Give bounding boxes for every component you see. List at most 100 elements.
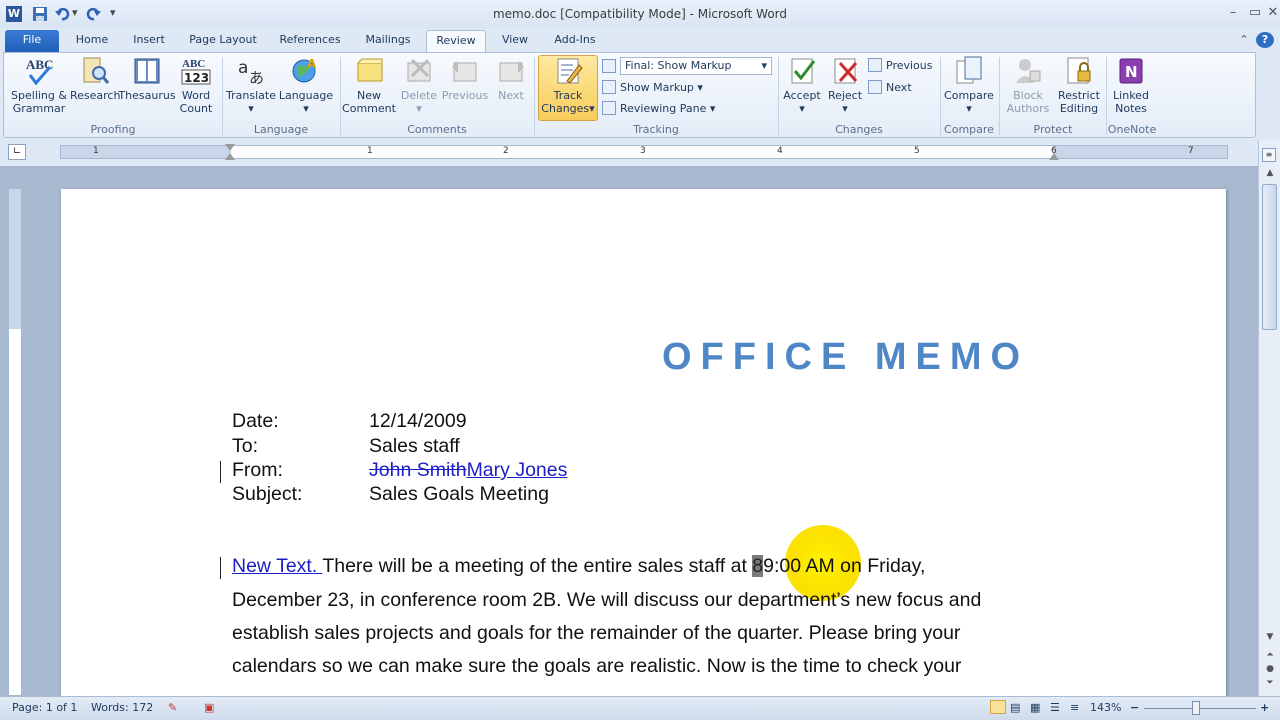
paragraph-line-2: December 23, in conference room 2B. We w… <box>232 589 982 611</box>
reject-button[interactable]: Reject ▾ <box>824 55 866 115</box>
block-authors-button[interactable]: Block Authors <box>1002 55 1054 115</box>
web-layout-view-icon[interactable]: ▦ <box>1030 701 1040 714</box>
previous-change-button[interactable]: Previous <box>868 57 933 75</box>
vertical-ruler[interactable] <box>8 188 22 696</box>
next-change-button[interactable]: Next <box>868 79 912 97</box>
tab-references[interactable]: References <box>274 30 346 52</box>
paragraph-text: 9:00 AM on Friday, <box>763 555 926 577</box>
zoom-slider-thumb[interactable] <box>1192 701 1200 715</box>
language-icon: A <box>292 57 317 83</box>
paragraph-line-4: calendars so we can make sure the goals … <box>232 655 962 677</box>
ruler-toggle-icon[interactable]: ≡ <box>1262 148 1276 162</box>
next-page-icon[interactable]: ⏷ <box>1263 678 1277 690</box>
tab-file[interactable]: File <box>5 30 59 52</box>
restrict-editing-button[interactable]: Restrict Editing <box>1054 55 1104 115</box>
print-layout-view-icon[interactable] <box>990 700 1006 714</box>
minimize-button[interactable]: – <box>1222 6 1244 20</box>
zoom-out-icon[interactable]: − <box>1130 701 1139 714</box>
tab-insert[interactable]: Insert <box>124 30 174 52</box>
reviewing-pane-button[interactable]: Reviewing Pane ▾ <box>602 100 715 118</box>
page-count[interactable]: Page: 1 of 1 <box>12 701 77 714</box>
macro-recording-icon[interactable]: ▣ <box>204 701 214 714</box>
block-label: Block <box>1013 89 1043 102</box>
vertical-scrollbar[interactable]: ≡ ▲ ▼ ⏶ ● ⏷ <box>1258 140 1280 696</box>
language-label: Language <box>278 89 334 102</box>
compare-dropdown-icon: ▾ <box>966 102 972 115</box>
help-icon[interactable]: ? <box>1256 32 1274 48</box>
right-indent-marker[interactable] <box>1049 153 1059 160</box>
paragraph-line-1: New Text. There will be a meeting of the… <box>232 555 925 578</box>
restrict-editing-icon <box>1067 57 1091 84</box>
language-button[interactable]: A Language ▾ <box>278 55 334 115</box>
tab-add-ins[interactable]: Add-Ins <box>546 30 604 52</box>
outline-view-icon[interactable]: ☰ <box>1050 701 1060 714</box>
horizontal-ruler[interactable]: 1 1 2 3 4 5 6 7 <box>60 144 1228 160</box>
left-indent-marker[interactable] <box>225 153 235 160</box>
svg-text:A: A <box>307 57 317 71</box>
zoom-slider[interactable] <box>1144 708 1256 709</box>
count-label: Count <box>179 102 213 115</box>
deleted-text[interactable]: John Smith <box>369 459 467 481</box>
research-button[interactable]: Research <box>70 55 120 102</box>
compare-button[interactable]: Compare ▾ <box>942 55 996 115</box>
zoom-level[interactable]: 143% <box>1090 701 1121 714</box>
full-screen-view-icon[interactable]: ▤ <box>1010 701 1020 714</box>
first-line-indent-marker[interactable] <box>225 144 235 151</box>
paragraph-text: There will be a meeting of the entire sa… <box>322 555 753 577</box>
tab-mailings[interactable]: Mailings <box>358 30 418 52</box>
tab-page-layout[interactable]: Page Layout <box>184 30 262 52</box>
new-comment-button[interactable]: New Comment <box>342 55 396 115</box>
new-comment-icon <box>357 58 383 82</box>
delete-comment-button[interactable]: Delete ▾ <box>398 55 440 115</box>
inserted-text[interactable]: Mary Jones <box>467 459 568 481</box>
accept-button[interactable]: Accept ▾ <box>780 55 824 115</box>
close-button[interactable]: ✕ <box>1262 6 1280 20</box>
show-markup-button[interactable]: Show Markup ▾ <box>602 79 703 97</box>
linked-notes-button[interactable]: N Linked Notes <box>1108 55 1154 115</box>
spelling-grammar-button[interactable]: ABC Spelling & Grammar <box>8 55 70 115</box>
draft-view-icon[interactable]: ≡ <box>1070 701 1079 714</box>
word-count-button[interactable]: ABC 123 Word Count <box>176 55 216 115</box>
accept-dropdown-icon: ▾ <box>799 102 805 115</box>
svg-text:あ: あ <box>249 69 264 87</box>
select-browse-object-icon[interactable]: ● <box>1263 664 1277 676</box>
accept-label: Accept <box>783 89 821 102</box>
paragraph-line-3: establish sales projects and goals for t… <box>232 622 961 644</box>
subject-label: Subject: <box>232 483 303 505</box>
proofing-status-icon[interactable]: ✎ <box>168 701 177 714</box>
word-count[interactable]: Words: 172 <box>91 701 153 714</box>
previous-page-icon[interactable]: ⏶ <box>1263 650 1277 662</box>
display-for-review-select[interactable]: Final: Show Markup ▾ <box>620 57 772 75</box>
inserted-text[interactable]: New Text. <box>232 555 322 577</box>
translate-button[interactable]: aあ Translate ▾ <box>226 55 276 115</box>
tab-home[interactable]: Home <box>66 30 118 52</box>
scroll-down-icon[interactable]: ▼ <box>1263 632 1277 644</box>
change-bar <box>220 557 221 579</box>
tab-review[interactable]: Review <box>426 30 486 52</box>
minimize-ribbon-icon[interactable]: ⌃ <box>1236 30 1252 52</box>
selected-text[interactable]: 8 <box>752 555 764 577</box>
zoom-in-icon[interactable]: + <box>1260 701 1269 714</box>
scroll-thumb[interactable] <box>1262 184 1277 330</box>
group-separator <box>778 57 779 135</box>
scroll-up-icon[interactable]: ▲ <box>1263 168 1277 180</box>
ribbon-tabs: File Home Insert Page Layout References … <box>0 28 1280 52</box>
next-comment-button[interactable]: Next <box>490 55 532 102</box>
thesaurus-button[interactable]: Thesaurus <box>118 55 176 102</box>
grammar-label: Grammar <box>12 102 66 115</box>
window-title: memo.doc [Compatibility Mode] - Microsof… <box>492 7 788 21</box>
track-changes-button[interactable]: Track Changes▾ <box>538 55 598 115</box>
to-label: To: <box>232 435 259 457</box>
translate-icon: aあ <box>238 58 264 87</box>
previous-comment-button[interactable]: Previous <box>440 55 490 102</box>
tab-selector-icon[interactable]: ∟ <box>8 144 26 160</box>
show-markup-icon <box>602 80 616 94</box>
changes-group-label: Changes <box>835 123 883 136</box>
memo-heading: OFFICE MEMO <box>662 336 1030 378</box>
accept-icon <box>791 58 816 84</box>
notes-label: Notes <box>1115 102 1147 115</box>
ribbon: ABC Spelling & Grammar Research Thesaurus… <box>3 52 1256 138</box>
tab-view[interactable]: View <box>496 30 534 52</box>
subject-value: Sales Goals Meeting <box>369 483 549 505</box>
tracking-group-label: Tracking <box>633 123 679 136</box>
